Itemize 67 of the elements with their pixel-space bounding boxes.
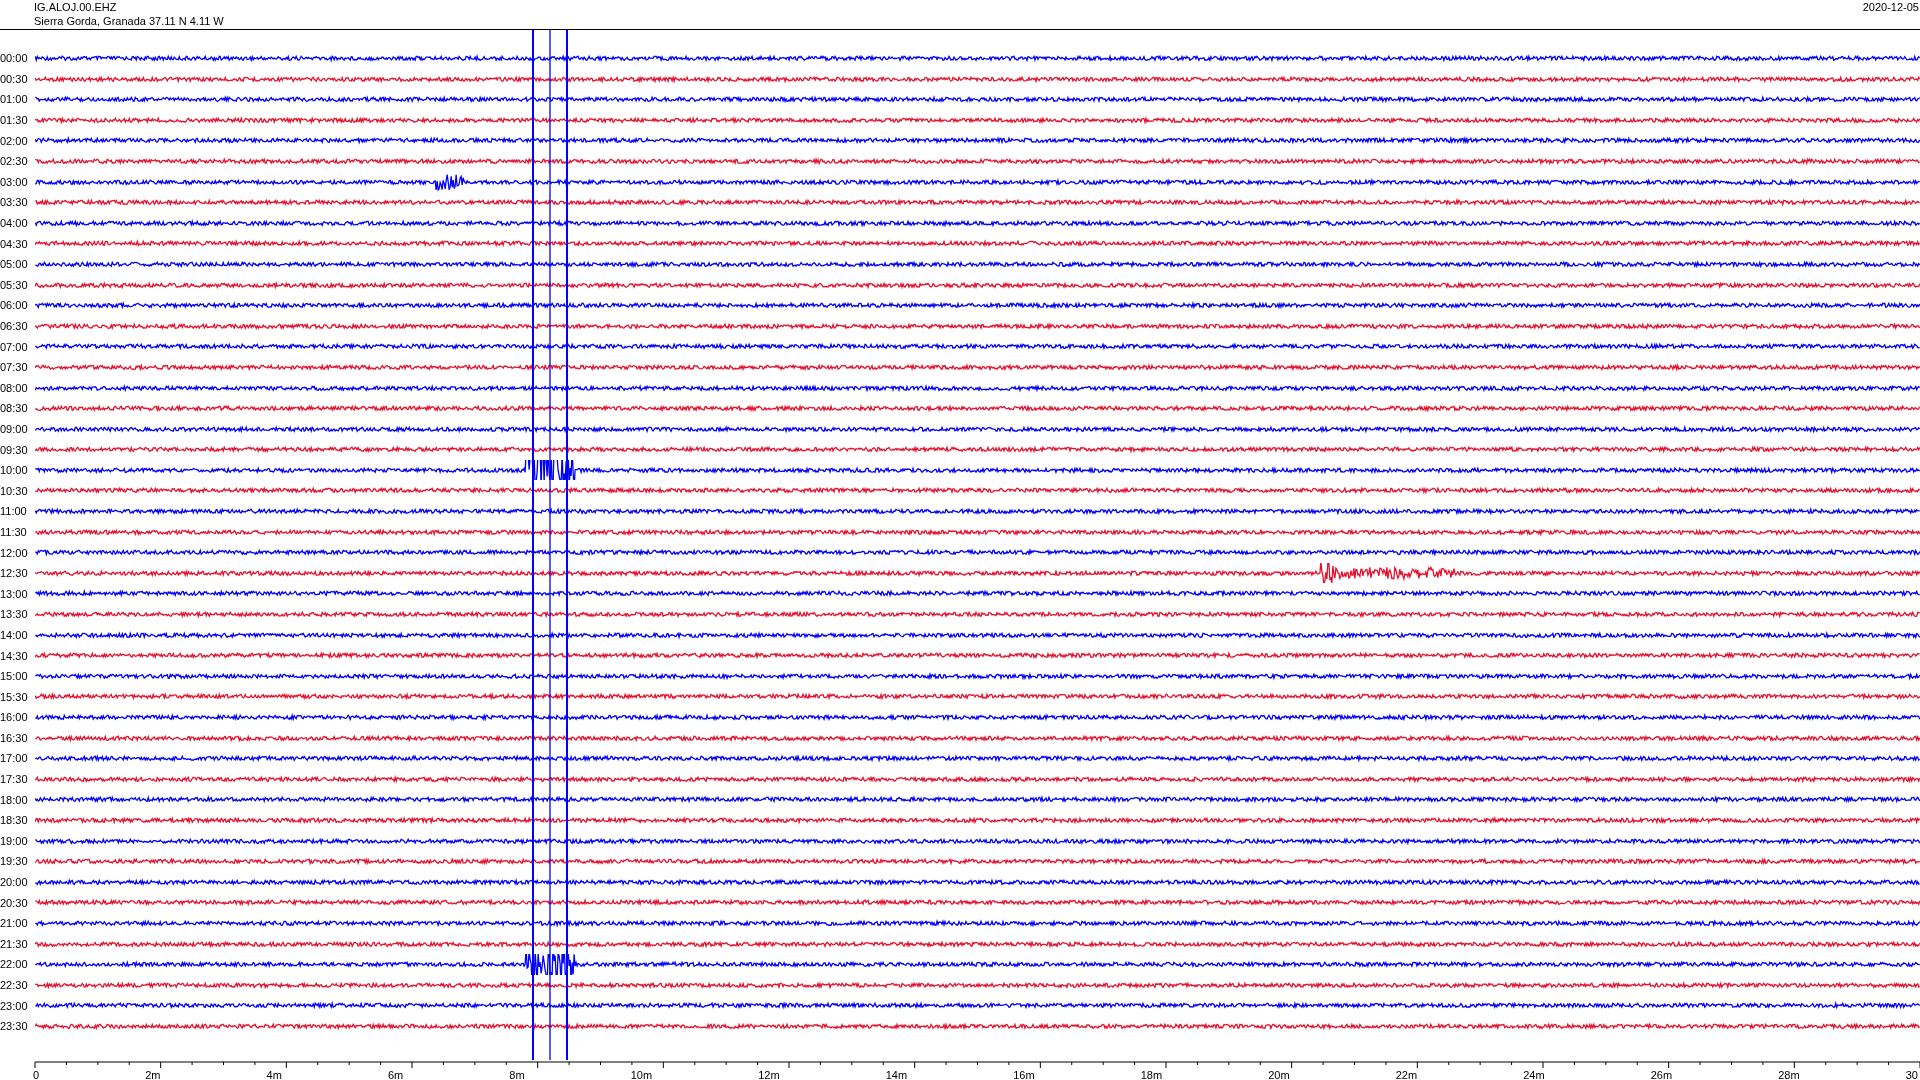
time-label: 22:00: [0, 958, 29, 971]
time-label: 01:00: [0, 93, 29, 106]
time-label: 23:30: [0, 1020, 29, 1033]
time-label: 22:30: [0, 979, 29, 991]
time-label: 08:00: [0, 381, 29, 394]
time-label: 21:30: [0, 937, 29, 950]
time-label: 13:00: [0, 587, 29, 600]
time-label: 08:30: [0, 402, 29, 415]
time-label: 06:30: [0, 320, 29, 332]
axis-tick-label: 4m: [266, 1068, 282, 1080]
time-label: 23:00: [0, 999, 29, 1012]
station-location: Sierra Gorda, Granada 37.11 N 4.11 W: [34, 14, 224, 28]
time-label: 17:30: [0, 773, 29, 786]
time-label: 21:00: [0, 917, 29, 930]
axis-tick-label: 6m: [387, 1068, 404, 1080]
time-label: 14:30: [0, 649, 29, 662]
time-label: 04:00: [0, 217, 29, 230]
time-label: 05:30: [0, 278, 29, 291]
time-label: 14:00: [0, 628, 29, 641]
axis-tick-label: 0: [33, 1068, 40, 1080]
axis-tick-label: 18m: [1140, 1068, 1163, 1080]
station-code: IG.ALOJ.00.EHZ: [34, 0, 118, 14]
time-label: 19:30: [0, 855, 29, 868]
axis-tick-label: 26m: [1650, 1068, 1673, 1080]
time-label: 18:30: [0, 814, 29, 827]
axis-tick-label: 28m: [1778, 1068, 1800, 1080]
axis-tick-label: 16m: [1013, 1068, 1035, 1080]
time-label: 00:00: [0, 52, 29, 65]
time-label: 16:00: [0, 711, 29, 724]
axis-tick-label: 12m: [758, 1068, 780, 1080]
axis-tick-label: 14m: [885, 1068, 908, 1080]
time-label: 18:00: [0, 793, 29, 806]
time-label: 15:30: [0, 690, 29, 703]
plot-date: 2020-12-05: [1862, 0, 1919, 15]
time-label: 17:00: [0, 752, 29, 765]
axis-tick-label: 24m: [1523, 1068, 1545, 1080]
time-label: 10:30: [0, 484, 29, 497]
axis-tick-label: 2m: [145, 1068, 161, 1080]
time-label: 16:30: [0, 731, 29, 744]
time-label: 03:30: [0, 196, 29, 209]
time-label: 09:30: [0, 443, 29, 456]
axis-tick-label: 30: [1905, 1068, 1918, 1080]
time-label: 12:00: [0, 546, 29, 559]
time-label: 11:30: [0, 525, 28, 538]
time-label: 07:30: [0, 361, 29, 374]
time-label: 13:30: [0, 608, 29, 621]
time-label: 20:30: [0, 896, 29, 909]
axis-tick-label: 8m: [509, 1068, 525, 1080]
time-label: 01:30: [0, 114, 29, 127]
time-label: 12:30: [0, 567, 29, 580]
axis-tick-label: 10m: [630, 1068, 653, 1080]
time-label: 10:00: [0, 464, 29, 477]
time-label: 09:00: [0, 423, 29, 435]
time-label: 20:00: [0, 876, 29, 889]
time-label: 02:30: [0, 155, 29, 168]
time-label: 15:00: [0, 670, 29, 683]
time-label: 04:30: [0, 237, 29, 250]
time-label: 02:00: [0, 134, 29, 147]
axis-tick-label: 20m: [1268, 1068, 1290, 1080]
time-label: 19:00: [0, 834, 29, 847]
time-label: 06:00: [0, 299, 29, 312]
time-label: 05:00: [0, 258, 29, 271]
time-label: 07:00: [0, 340, 29, 353]
time-label: 03:00: [0, 175, 29, 188]
time-label: 00:30: [0, 72, 29, 85]
time-label: 11:00: [0, 505, 28, 518]
axis-tick-label: 22m: [1395, 1068, 1418, 1080]
